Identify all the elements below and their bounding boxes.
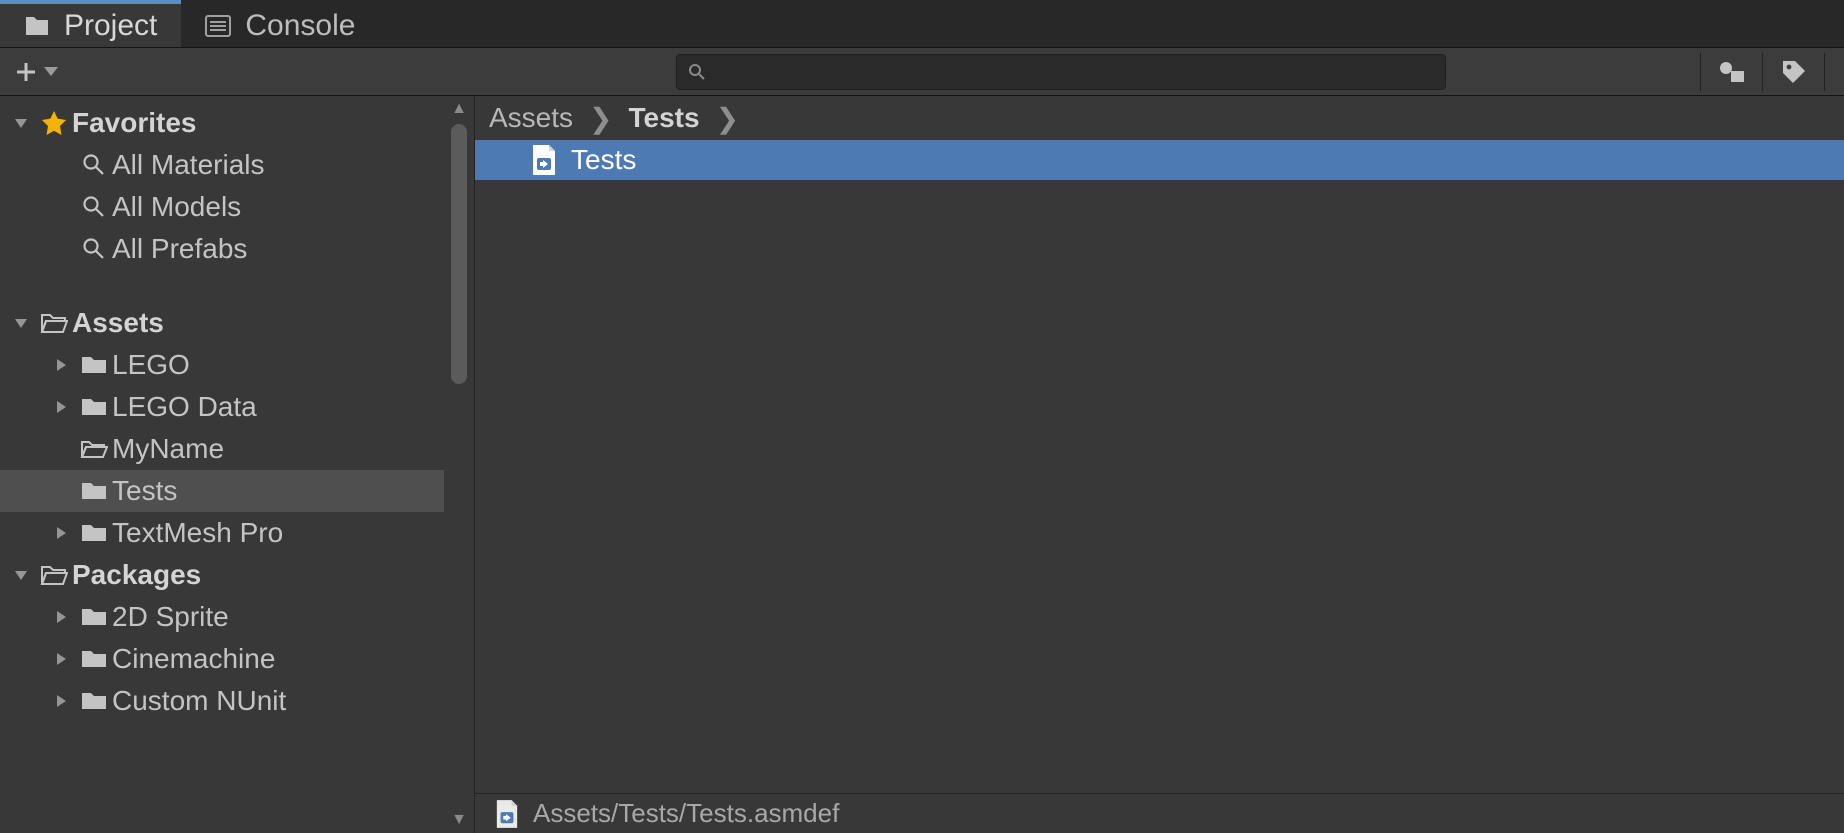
expand-toggle-icon[interactable] — [6, 568, 36, 582]
tree-item-all-materials[interactable]: All Materials — [0, 144, 474, 186]
tree-label: LEGO — [112, 349, 190, 381]
add-button[interactable] — [0, 60, 58, 84]
tree-item-all-prefabs[interactable]: All Prefabs — [0, 228, 474, 270]
expand-toggle-icon[interactable] — [46, 610, 76, 624]
dropdown-caret-icon — [44, 67, 58, 77]
scroll-down-icon[interactable]: ▼ — [451, 807, 467, 833]
plus-icon — [14, 60, 38, 84]
expand-toggle-icon[interactable] — [46, 358, 76, 372]
asmdef-icon — [495, 800, 519, 828]
folder-open-icon — [36, 312, 72, 334]
tree-item-lego-data[interactable]: LEGO Data — [0, 386, 474, 428]
tree-label: LEGO Data — [112, 391, 257, 423]
search-field[interactable] — [676, 54, 1446, 90]
scroll-thumb[interactable] — [451, 124, 467, 384]
expand-toggle-icon[interactable] — [6, 316, 36, 330]
breadcrumb-item[interactable]: Assets — [489, 102, 573, 134]
folder-icon — [24, 15, 50, 37]
tab-label: Console — [245, 9, 355, 43]
console-icon — [205, 15, 231, 37]
star-icon — [36, 110, 72, 136]
hidden-packages-button[interactable] — [1824, 53, 1844, 91]
tab-project[interactable]: Project — [0, 0, 181, 47]
folder-icon — [76, 607, 112, 627]
tree-item-textmeshpro[interactable]: TextMesh Pro — [0, 512, 474, 554]
chevron-right-icon: ❯ — [589, 102, 612, 135]
tree-item-custom-nunit[interactable]: Custom NUnit — [0, 680, 474, 722]
file-list: Tests — [475, 140, 1844, 793]
expand-toggle-icon[interactable] — [46, 694, 76, 708]
tree-item-all-models[interactable]: All Models — [0, 186, 474, 228]
filter-by-label-button[interactable] — [1762, 53, 1824, 91]
file-item-tests[interactable]: Tests — [475, 140, 1844, 180]
tree-label: Cinemachine — [112, 643, 275, 675]
status-path: Assets/Tests/Tests.asmdef — [533, 798, 839, 829]
tree-header-assets[interactable]: Assets — [0, 302, 474, 344]
search-icon — [76, 154, 112, 176]
breadcrumb-item[interactable]: Tests — [629, 102, 700, 134]
tab-label: Project — [64, 9, 157, 43]
expand-toggle-icon[interactable] — [46, 652, 76, 666]
tree-item-lego[interactable]: LEGO — [0, 344, 474, 386]
folder-icon — [76, 355, 112, 375]
expand-toggle-icon[interactable] — [46, 526, 76, 540]
folder-icon — [76, 523, 112, 543]
tree-label: Assets — [72, 307, 164, 339]
folder-icon — [76, 691, 112, 711]
tree-label: All Prefabs — [112, 233, 247, 265]
file-label: Tests — [571, 144, 636, 176]
tab-bar: Project Console — [0, 0, 1844, 48]
expand-toggle-icon[interactable] — [46, 400, 76, 414]
search-icon — [689, 64, 705, 80]
tree-item-myname[interactable]: MyName — [0, 428, 474, 470]
tree-item-cinemachine[interactable]: Cinemachine — [0, 638, 474, 680]
folder-open-icon — [76, 439, 112, 459]
tree-label: 2D Sprite — [112, 601, 229, 633]
project-toolbar — [0, 48, 1844, 96]
breadcrumb: Assets ❯ Tests ❯ — [475, 96, 1844, 140]
folder-icon — [76, 481, 112, 501]
project-tree: Favorites All Materials All Models — [0, 96, 474, 833]
tree-label: All Materials — [112, 149, 264, 181]
search-input[interactable] — [715, 60, 1433, 83]
folder-icon — [76, 649, 112, 669]
tree-label: TextMesh Pro — [112, 517, 283, 549]
tree-label: Packages — [72, 559, 201, 591]
folder-icon — [76, 397, 112, 417]
sidebar-scrollbar[interactable]: ▲ ▼ — [444, 96, 474, 833]
chevron-right-icon: ❯ — [716, 102, 739, 135]
tree-header-packages[interactable]: Packages — [0, 554, 474, 596]
filter-by-type-button[interactable] — [1700, 53, 1762, 91]
tree-label: Favorites — [72, 107, 197, 139]
project-content: Assets ❯ Tests ❯ Tests Assets/Tests/Test… — [474, 96, 1844, 833]
folder-open-icon — [36, 564, 72, 586]
status-bar: Assets/Tests/Tests.asmdef — [475, 793, 1844, 833]
tab-console[interactable]: Console — [181, 0, 379, 47]
tree-label: Tests — [112, 475, 177, 507]
scroll-up-icon[interactable]: ▲ — [451, 96, 467, 122]
tree-item-tests[interactable]: Tests — [0, 470, 474, 512]
search-icon — [76, 196, 112, 218]
expand-toggle-icon[interactable] — [6, 116, 36, 130]
tree-label: Custom NUnit — [112, 685, 286, 717]
tree-header-favorites[interactable]: Favorites — [0, 102, 474, 144]
search-icon — [76, 238, 112, 260]
tree-label: All Models — [112, 191, 241, 223]
asmdef-icon — [531, 145, 557, 175]
tree-label: MyName — [112, 433, 224, 465]
tree-item-2d-sprite[interactable]: 2D Sprite — [0, 596, 474, 638]
